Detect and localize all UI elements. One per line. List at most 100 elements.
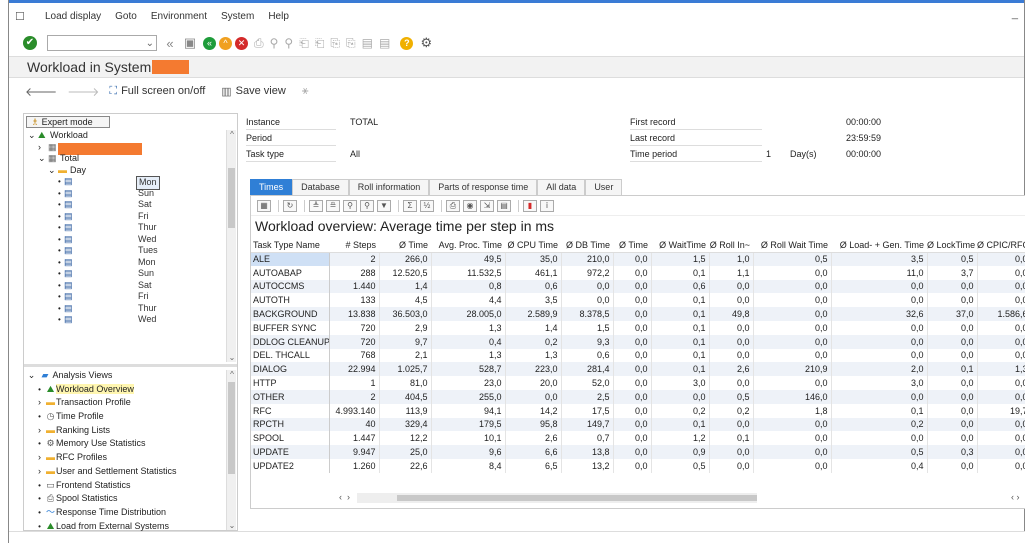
panel-scroll-arrows[interactable]: ‹ › — [1011, 492, 1020, 502]
table-row[interactable]: HTTP 1 81,0 23,0 20,0 52,0 0,0 3,0 0,0 0,0 3,0 0,0 0… — [251, 376, 1025, 390]
menu-goto[interactable]: Goto — [115, 11, 137, 22]
save-icon[interactable]: ▣ — [183, 35, 197, 51]
column-header[interactable]: Ø DB Time — [561, 238, 613, 253]
task-type-cell[interactable]: OTHER — [251, 389, 330, 404]
table-row[interactable]: ALE 2 266,0 49,5 35,0 210,0 0,0 1,5 1,0 0,5 3,5 0,5… — [251, 252, 1025, 266]
refresh-icon[interactable]: ↻ — [283, 199, 297, 212]
shortcut-icon[interactable]: ▤ — [379, 36, 390, 50]
collapse-icon[interactable]: ⌄ — [48, 165, 56, 177]
tree-node-workload[interactable]: ⌄ ⛰ Workload — [26, 130, 224, 142]
sort-ascending-icon[interactable]: ≜ — [309, 199, 323, 212]
command-dropdown-icon[interactable]: ⌄ — [146, 38, 154, 49]
column-header[interactable]: Ø Time — [379, 238, 431, 253]
expert-mode-button[interactable]: ♗ Expert mode — [26, 116, 110, 128]
menu-environment[interactable]: Environment — [151, 11, 207, 22]
tree-node-day-entry[interactable]: • ▤ Mon — [26, 176, 224, 190]
tree-node-day-entry[interactable]: • ▤ Tues — [26, 245, 224, 257]
table-row[interactable]: AUTOABAP 288 12.520,5 11.532,5 461,1 972,2 0,0… — [251, 265, 1025, 280]
print-icon[interactable]: ⎙ — [254, 36, 264, 51]
scroll-left-icon[interactable]: ‹ — [339, 492, 342, 502]
task-type-cell[interactable]: RFC — [251, 403, 330, 418]
tree-node-day-entry[interactable]: • ▤ Sat — [26, 199, 224, 211]
analysis-item-spool-statistics[interactable]: • ⎙ Spool Statistics — [26, 492, 224, 506]
table-row[interactable]: DEL. THCALL 768 2,1 1,3 1,3 0,6 0,0 0,1 0,0 0,0 0,… — [251, 348, 1025, 363]
back-icon[interactable]: « — [203, 36, 216, 50]
tab-roll-information[interactable]: Roll information — [348, 179, 430, 195]
new-session-icon[interactable]: ▤ — [362, 36, 373, 50]
task-type-cell[interactable]: BACKGROUND — [251, 307, 330, 321]
expand-icon[interactable]: › — [38, 142, 41, 154]
collapse-icon[interactable]: ⌄ — [28, 130, 36, 142]
find-next-icon[interactable]: ⚲ — [360, 199, 374, 212]
table-row[interactable]: UPDATE 9.947 25,0 9,6 6,6 13,8 0,0 0,9 0,0 0,0 0,5… — [251, 445, 1025, 459]
collapse-icon[interactable]: ⌄ — [38, 153, 46, 165]
analysis-views-header[interactable]: ⌄ ▰ Analysis Views — [26, 369, 224, 383]
scroll-down-icon[interactable]: ⌄ — [227, 521, 237, 530]
tree-node-day-entry[interactable]: • ▤ Sun — [26, 188, 224, 200]
tree-node-day-entry[interactable]: • ▤ Thur — [26, 222, 224, 234]
analysis-item-user-and-settlement-statistics[interactable]: › ▬User and Settlement Statistics — [26, 465, 224, 479]
scroll-thumb[interactable] — [228, 168, 235, 228]
info-icon[interactable]: ⅰ — [540, 199, 554, 212]
subtotal-icon[interactable]: ½ — [420, 199, 434, 212]
tab-database[interactable]: Database — [292, 179, 349, 195]
chart-icon[interactable]: ▮ — [523, 199, 537, 212]
command-field[interactable]: ⌄ — [47, 35, 157, 51]
full-screen-button[interactable]: ⛶ Full screen on/off — [109, 85, 205, 98]
find-icon[interactable]: ⚲ — [343, 199, 357, 212]
exit-icon[interactable]: ^ — [219, 36, 232, 50]
tree-node-day-entry[interactable]: • ▤ Mon — [26, 257, 224, 269]
forward-arrow-icon[interactable]: 🡒 — [67, 84, 99, 99]
first-page-icon[interactable]: ⎗ — [299, 36, 309, 51]
enter-check-icon[interactable]: ✔ — [23, 36, 37, 50]
menu-system[interactable]: System — [221, 11, 254, 22]
analysis-item-time-profile[interactable]: • ◷ Time Profile — [26, 410, 224, 424]
column-header[interactable]: Ø CPIC/RFC — [977, 238, 1025, 253]
views-icon[interactable]: ◉ — [463, 199, 477, 212]
back-arrow-icon[interactable]: 🡐 — [25, 84, 57, 99]
menu-help[interactable]: Help — [268, 11, 289, 22]
next-page-icon[interactable]: ⎘ — [330, 36, 340, 51]
detail-icon[interactable]: ▦ — [257, 199, 271, 212]
collapse-icon[interactable]: ⌄ — [26, 369, 37, 383]
scroll-up-icon[interactable]: ^ — [227, 130, 237, 139]
tab-user[interactable]: User — [585, 179, 623, 195]
tree-node-system[interactable]: › ▦ — [26, 142, 224, 155]
tree-scrollbar[interactable]: ^ ⌄ — [226, 130, 236, 362]
tab-all-data[interactable]: All data — [537, 179, 586, 195]
table-hscrollbar[interactable] — [357, 493, 757, 503]
column-header[interactable]: Ø Roll In~ — [709, 238, 753, 253]
table-row[interactable]: OTHER 2 404,5 255,0 0,0 2,5 0,0 0,0 0,5 146,0 0,0 0… — [251, 389, 1025, 404]
table-row[interactable]: BACKGROUND 13.838 36.503,0 28.005,0 2.589,9 8… — [251, 307, 1025, 321]
back-double-chevron-icon[interactable]: « — [163, 36, 177, 51]
previous-page-icon[interactable]: ⎗ — [315, 36, 325, 51]
task-type-cell[interactable]: BUFFER SYNC — [251, 320, 330, 335]
column-header[interactable]: Ø Load- + Gen. Time — [831, 238, 927, 253]
task-type-cell[interactable]: DDLOG CLEANUP — [251, 334, 330, 349]
column-header[interactable]: Ø WaitTime — [651, 238, 709, 253]
column-header[interactable]: Ø CPU Time — [505, 238, 561, 253]
last-page-icon[interactable]: ⎘ — [346, 36, 356, 51]
filter-icon[interactable]: ▼ — [377, 199, 391, 212]
scroll-up-icon[interactable]: ^ — [227, 370, 237, 379]
tree-node-day[interactable]: ⌄ ▬ Day — [26, 165, 224, 177]
task-type-cell[interactable]: UPDATE2 — [251, 458, 330, 473]
column-header[interactable]: Avg. Proc. Time — [431, 238, 505, 253]
table-row[interactable]: RPCTH 40 329,4 179,5 95,8 149,7 0,0 0,1 0,0 0,0 0,… — [251, 417, 1025, 432]
find-icon[interactable]: ⚲ — [270, 36, 279, 50]
column-header[interactable]: Task Type Name — [251, 238, 329, 253]
menu-list-icon[interactable]: ☐ — [15, 10, 31, 23]
expand-icon[interactable]: › — [34, 396, 45, 410]
table-row[interactable]: AUTOTH 133 4,5 4,4 3,5 0,0 0,0 0,1 0,0 0,0 0,0 0,0 0… — [251, 293, 1025, 308]
scroll-right-icon[interactable]: › — [347, 492, 350, 502]
task-type-cell[interactable]: AUTOCCMS — [251, 279, 330, 294]
cancel-icon[interactable]: ✕ — [235, 36, 248, 50]
analysis-item-workload-overview[interactable]: • ⛰ Workload Overview — [26, 383, 224, 397]
settings-gear-icon[interactable]: ⚙ — [419, 35, 433, 51]
table-row[interactable]: UPDATE2 1.260 22,6 8,4 6,5 13,2 0,0 0,5 0,0 0,0 0,… — [251, 458, 1025, 473]
sum-icon[interactable]: Σ — [403, 199, 417, 212]
tree-node-day-entry[interactable]: • ▤ Sun — [26, 268, 224, 280]
table-row[interactable]: BUFFER SYNC 720 2,9 1,3 1,4 1,5 0,0 0,1 0,0 0,0 0,… — [251, 320, 1025, 335]
menu-load-display[interactable]: Load display — [45, 11, 101, 22]
column-header[interactable]: Ø Roll Wait Time — [753, 238, 831, 253]
